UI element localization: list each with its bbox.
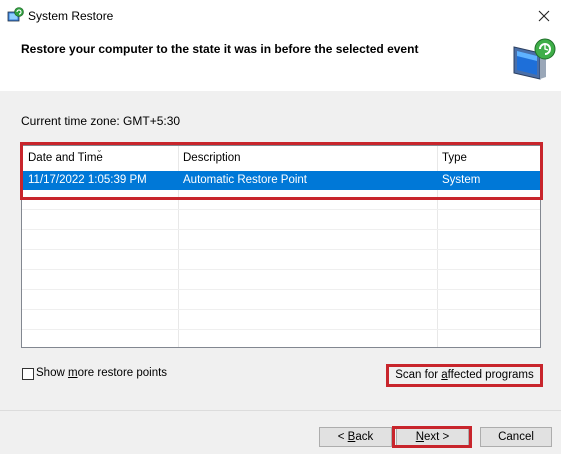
computer-restore-icon xyxy=(510,37,558,83)
cell-date-time: 11/17/2022 1:05:39 PM xyxy=(28,174,147,186)
scan-affected-programs-button[interactable]: Scan for affected programs xyxy=(389,367,540,386)
restore-points-table[interactable]: Date and Time ⌄ Description Type 11/17/2… xyxy=(21,145,541,348)
grid-line xyxy=(22,289,540,290)
grid-line xyxy=(22,269,540,270)
header-panel: Restore your computer to the state it wa… xyxy=(0,32,561,91)
next-button[interactable]: Next > xyxy=(396,427,469,447)
footer-separator xyxy=(0,410,561,411)
show-more-checkbox[interactable] xyxy=(22,368,34,380)
system-restore-icon xyxy=(7,7,25,25)
cell-description: Automatic Restore Point xyxy=(183,174,308,186)
timezone-label: Current time zone: GMT+5:30 xyxy=(21,114,181,128)
grid-line xyxy=(22,329,540,330)
grid-line xyxy=(22,229,540,230)
title-bar: System Restore xyxy=(0,0,561,32)
cell-type: System xyxy=(442,174,481,186)
column-date-time[interactable]: Date and Time xyxy=(28,152,103,164)
header-instruction: Restore your computer to the state it wa… xyxy=(21,42,419,56)
table-row[interactable]: 11/17/2022 1:05:39 PM Automatic Restore … xyxy=(22,171,540,190)
table-header: Date and Time ⌄ Description Type xyxy=(22,146,540,170)
grid-line xyxy=(22,209,540,210)
column-type[interactable]: Type xyxy=(442,152,467,164)
grid-line xyxy=(22,249,540,250)
close-button[interactable] xyxy=(527,0,561,32)
cancel-button[interactable]: Cancel xyxy=(480,427,552,447)
grid-line xyxy=(22,309,540,310)
show-more-label[interactable]: Show more restore points xyxy=(36,367,167,379)
column-description[interactable]: Description xyxy=(183,152,241,164)
window-title: System Restore xyxy=(28,9,114,23)
sort-arrow-icon: ⌄ xyxy=(96,145,103,154)
close-icon xyxy=(538,10,550,22)
back-button[interactable]: < Back xyxy=(319,427,392,447)
